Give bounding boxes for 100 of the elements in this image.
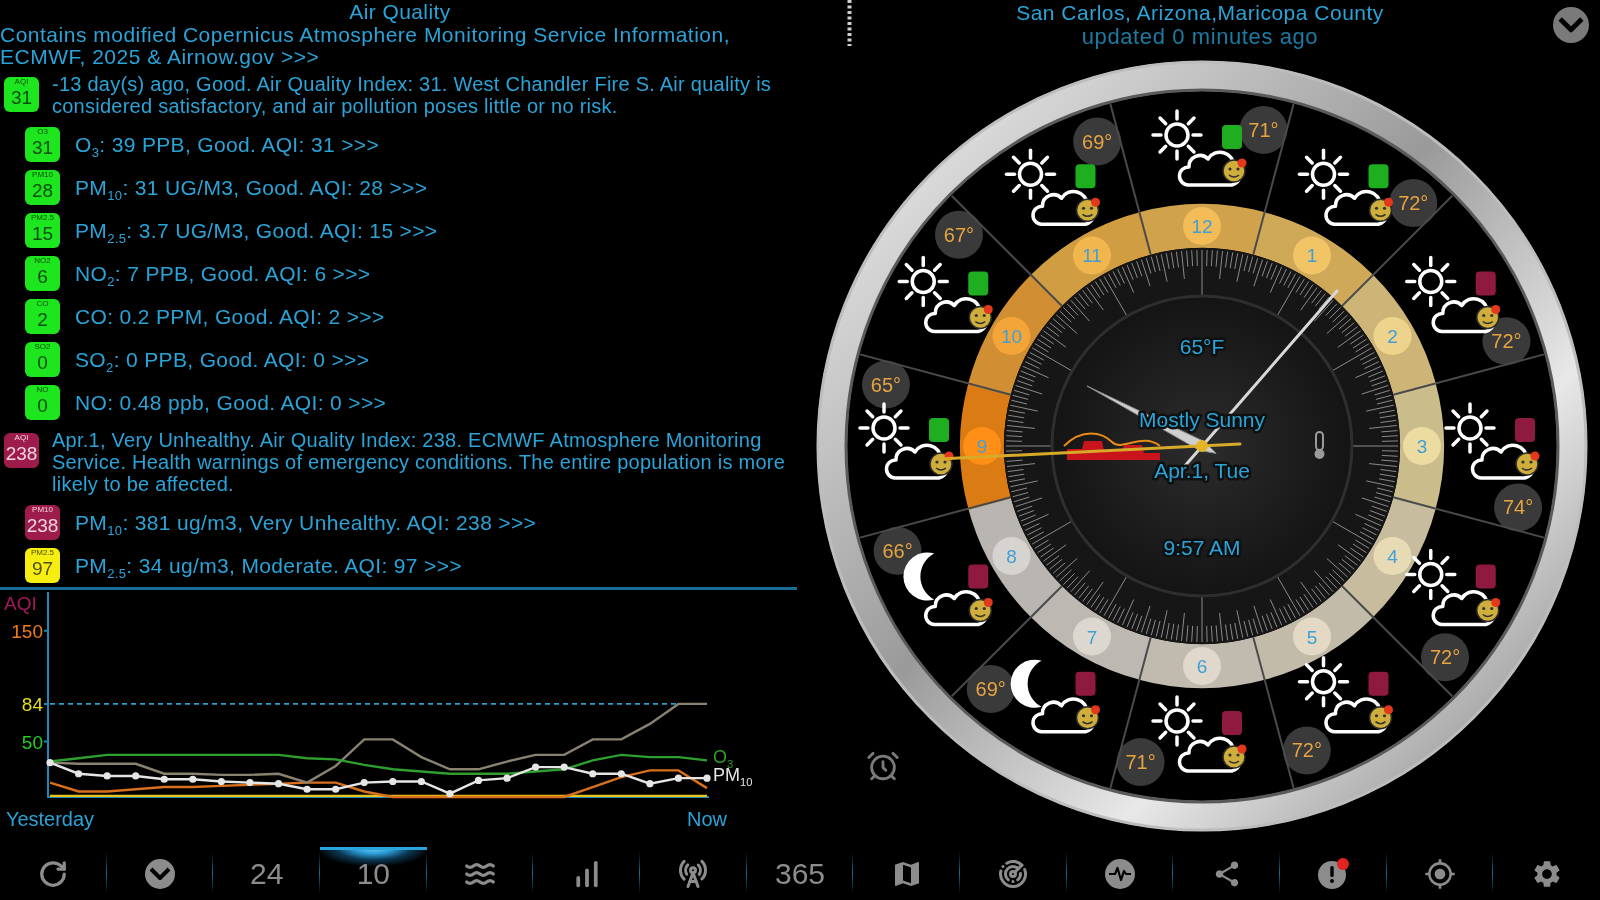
chevron-circle-icon[interactable] xyxy=(1553,7,1589,43)
axis-title: AQI xyxy=(4,593,37,614)
axis-tick-label: Now xyxy=(687,808,727,830)
badge-value: 31 xyxy=(10,87,33,109)
badge-value: 2 xyxy=(37,309,48,331)
temperature-label: 69° xyxy=(1073,117,1122,166)
data-point xyxy=(389,777,397,786)
smiley-icon xyxy=(1476,598,1501,623)
series-label: O$_{3}$ xyxy=(713,747,734,768)
data-point xyxy=(303,785,311,793)
data-point xyxy=(332,785,340,793)
location-title: San Carlos, Arizona,Maricopa County xyxy=(1016,1,1384,25)
badge-value: 15 xyxy=(31,223,54,245)
smiley-icon xyxy=(1075,705,1100,730)
data-point xyxy=(589,770,597,778)
hour-label: 4 xyxy=(1387,546,1398,567)
badge-label: SO2 xyxy=(34,342,51,352)
badge-label: PM2.5 xyxy=(30,548,55,558)
pollutant-link[interactable]: PM$_{10}$: 381 ug/m3, Very Unhealthy. AQI: 238 >>> xyxy=(75,510,537,535)
data-point xyxy=(417,777,425,786)
pollutant-link[interactable]: O$_{3}$: 39 PPB, Good. AQI: 31 >>> xyxy=(75,132,379,157)
update-status: updated 0 minutes ago xyxy=(1081,25,1319,49)
temperature-label: 65° xyxy=(861,360,910,409)
pollutant-link[interactable]: CO: 0.2 PPM, Good. AQI: 2 >>> xyxy=(75,304,385,329)
data-point xyxy=(674,774,683,782)
data-point xyxy=(217,777,225,786)
pollutant-link[interactable]: NO$_{2}$: 7 PPB, Good. AQI: 6 >>> xyxy=(75,261,371,286)
data-point xyxy=(532,763,540,771)
badge-label: PM2.5 xyxy=(30,213,55,223)
data-point xyxy=(160,775,168,783)
hour-label: 11 xyxy=(1082,245,1102,267)
smiley-icon xyxy=(1368,197,1393,222)
smiley-icon xyxy=(929,451,954,476)
badge-value: 238 xyxy=(5,443,38,465)
badge-label: CO xyxy=(36,299,49,309)
data-point xyxy=(503,774,511,782)
badge-value: 0 xyxy=(37,395,48,417)
temperature-label: 71° xyxy=(1116,738,1165,787)
temperature-label: 71° xyxy=(1239,105,1288,154)
thermometer-icon xyxy=(1314,431,1325,459)
data-point xyxy=(474,776,483,784)
badge-label: AQI xyxy=(14,433,29,443)
pollutant-link[interactable]: PM$_{2.5}$: 34 ug/m3, Moderate. AQI: 97 >>> xyxy=(75,553,462,578)
time-label: 9:57 AM xyxy=(1163,536,1241,559)
hour-label: 8 xyxy=(1006,546,1017,567)
badge-label: NO xyxy=(36,385,49,395)
badge-label: O3 xyxy=(37,127,48,137)
partly-cloudy-icon xyxy=(1151,109,1242,187)
temperature-label: 72° xyxy=(1389,179,1438,227)
data-point xyxy=(646,780,654,788)
temperature-label: 72° xyxy=(1282,726,1331,775)
badge-value: 28 xyxy=(31,180,54,202)
badge-value: 238 xyxy=(26,515,59,537)
hour-label: 5 xyxy=(1306,626,1318,648)
hour-label: 7 xyxy=(1086,626,1098,648)
hour-label: 1 xyxy=(1306,245,1318,267)
partly-cloudy-icon xyxy=(1444,402,1535,480)
attribution-link[interactable]: Contains modified Copernicus Atmosphere Monitoring Service Information, ECMWF, 2025 & Airnow.gov >>> xyxy=(0,24,770,68)
axis-tick-label: 84 xyxy=(21,693,43,715)
data-point xyxy=(360,779,368,787)
smiley-icon xyxy=(1075,197,1100,222)
hour-label: 10 xyxy=(1000,326,1023,347)
radio-tower-icon xyxy=(678,858,709,889)
hour-label: 12 xyxy=(1191,216,1213,237)
pollutant-link[interactable]: NO: 0.48 ppb, Good. AQI: 0 >>> xyxy=(75,390,387,415)
data-point xyxy=(446,790,454,798)
temperature-label: 74° xyxy=(1494,483,1543,532)
badge-label: PM10 xyxy=(32,505,53,515)
radar-icon xyxy=(998,858,1029,889)
hour-label: 3 xyxy=(1416,436,1428,457)
locate-icon xyxy=(1424,857,1456,890)
hour-label: 6 xyxy=(1196,656,1208,677)
current-temperature: 65°F xyxy=(1179,335,1225,358)
badge-value: 97 xyxy=(31,558,54,580)
axis-tick-label: Yesterday xyxy=(5,808,95,830)
temperature-label: 67° xyxy=(935,210,983,259)
badge-label: PM10 xyxy=(32,170,53,180)
report-summary: -13 day(s) ago, Good. Air Quality Index: 31. West Chandler Fire S. Air quality is considered satisfactory, and air pollution poses little or no risk. xyxy=(52,73,773,117)
pollutant-link[interactable]: PM$_{10}$: 31 UG/M3, Good. AQI: 28 >>> xyxy=(75,175,428,200)
data-point xyxy=(103,772,111,780)
smiley-icon xyxy=(1476,305,1501,330)
drag-handle-icon[interactable] xyxy=(847,0,852,46)
smiley-icon xyxy=(1368,705,1393,730)
hour-label: 2 xyxy=(1387,326,1398,347)
data-point xyxy=(274,780,283,788)
axis-tick-label: 50 xyxy=(21,731,43,753)
pollutant-link[interactable]: SO$_{2}$: 0 PPB, Good. AQI: 0 >>> xyxy=(75,347,370,372)
smiley-icon xyxy=(1222,158,1247,183)
alarm-clock-icon[interactable] xyxy=(866,749,900,783)
data-point xyxy=(246,779,254,787)
pulse-icon xyxy=(1105,858,1135,889)
badge-value: 6 xyxy=(37,266,48,288)
partly-cloudy-icon xyxy=(858,402,949,480)
report-summary: Apr.1, Very Unhealthy. Air Quality Index: 238. ECMWF Atmosphere Monitoring Service. Health warnings of emergency conditions. The entire population is more likely to be affected. xyxy=(52,429,787,495)
data-point xyxy=(189,775,197,783)
pollutant-link[interactable]: PM$_{2.5}$: 3.7 UG/M3, Good. AQI: 15 >>> xyxy=(75,218,438,243)
alert-icon xyxy=(1317,858,1349,889)
data-point xyxy=(560,763,568,771)
axis-tick-label: 150 xyxy=(11,620,43,642)
smiley-icon xyxy=(968,305,993,330)
